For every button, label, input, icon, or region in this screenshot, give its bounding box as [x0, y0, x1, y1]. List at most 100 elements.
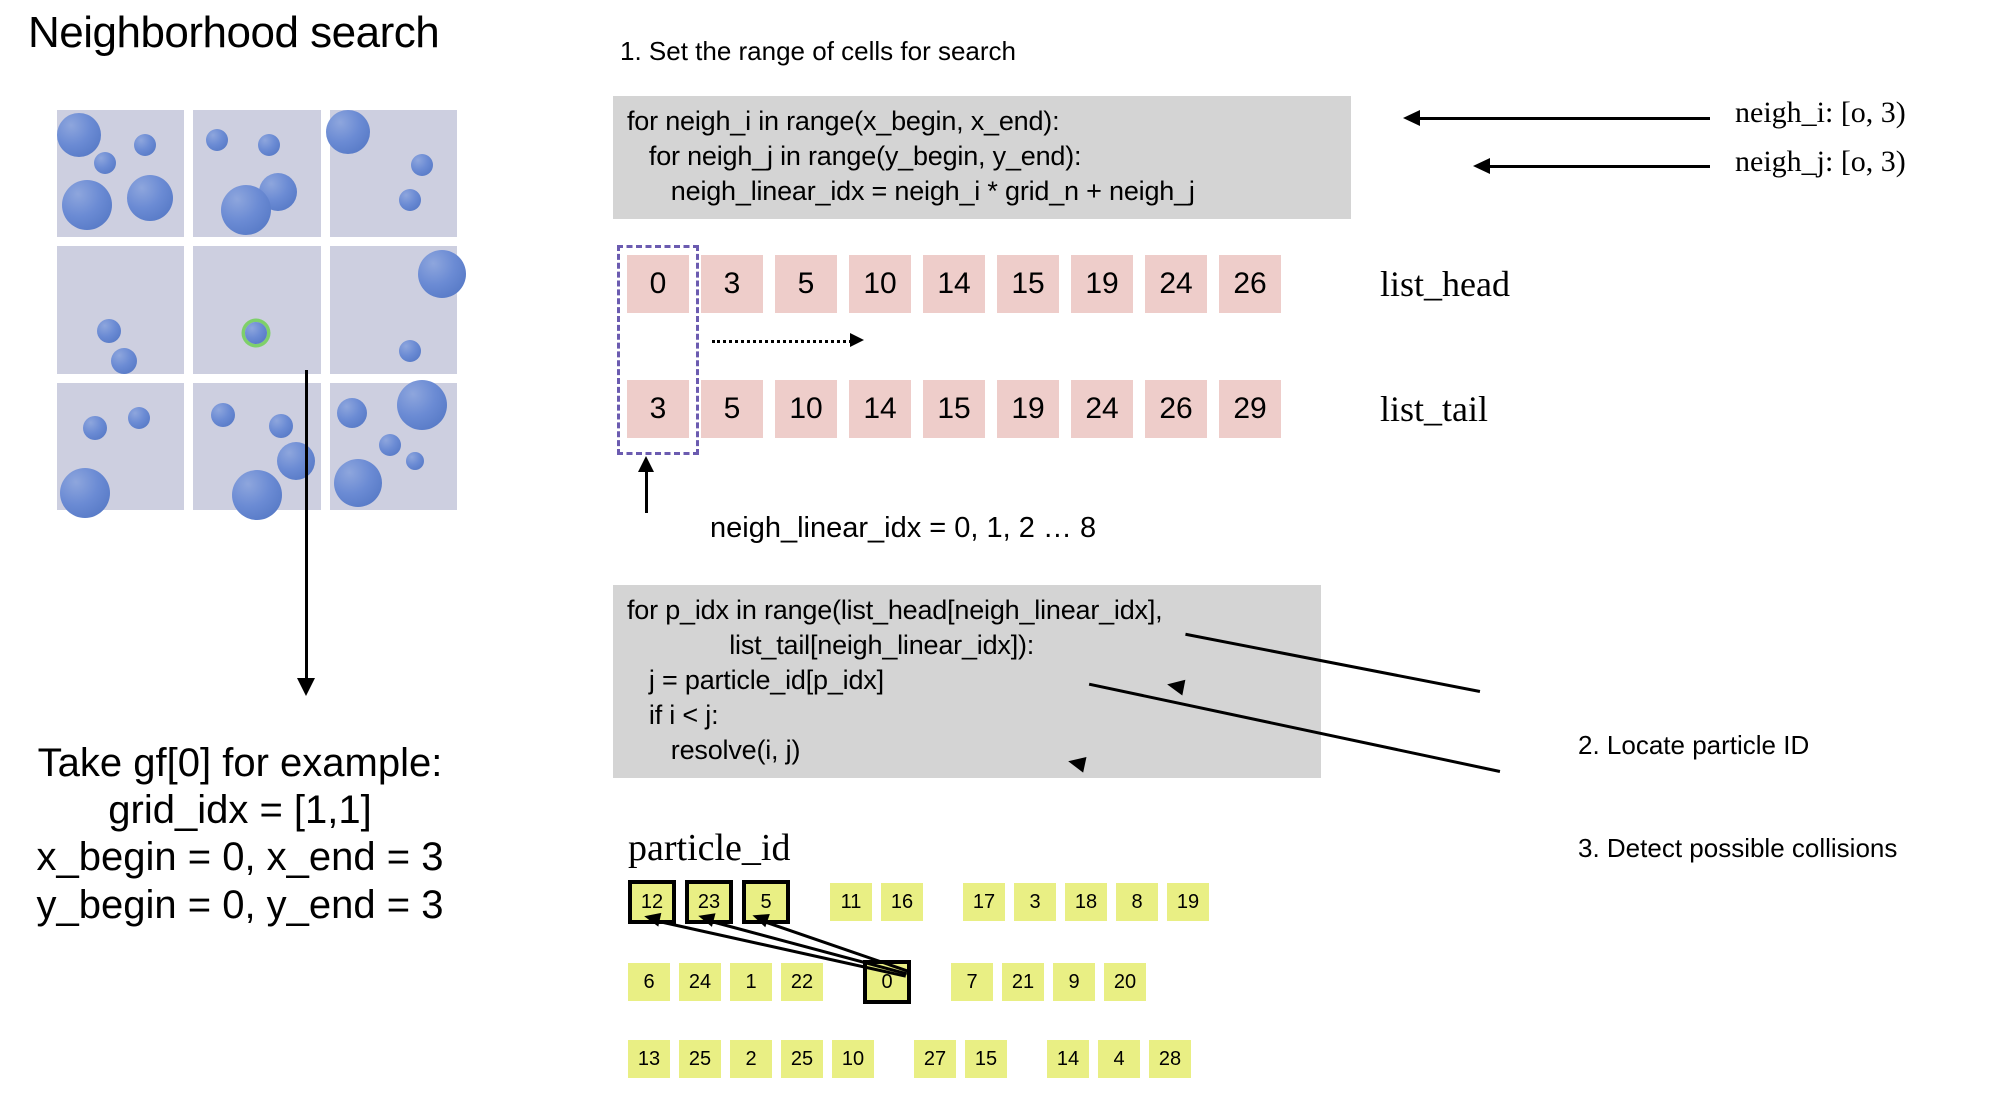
particle-id-cell: 25 — [679, 1040, 721, 1078]
particle-id-cell: 14 — [1047, 1040, 1089, 1078]
particle-id-cell: 13 — [628, 1040, 670, 1078]
example-caption-line-4: y_begin = 0, y_end = 3 — [36, 882, 444, 927]
grid-cell — [57, 382, 185, 518]
particle-id-title: particle_id — [628, 827, 791, 869]
grid-cell — [193, 382, 321, 520]
particle-id-group: 7 21 9 20 — [951, 963, 1146, 1001]
particle-id-cell: 1 — [730, 963, 772, 1001]
grid-cell — [329, 246, 466, 374]
particle — [62, 180, 112, 230]
list-head-cell: 15 — [997, 255, 1059, 313]
list-tail-array-label: list_tail — [1380, 389, 1488, 429]
particle — [258, 134, 281, 156]
particle-id-cell: 9 — [1053, 963, 1095, 1001]
particle — [410, 154, 433, 176]
particle — [83, 415, 107, 440]
dotted-progress-arrow-line — [712, 340, 852, 343]
particle — [398, 189, 421, 211]
step-3-arrow-head — [1066, 753, 1087, 773]
particle-id-cell: 15 — [965, 1040, 1007, 1078]
particle — [57, 113, 101, 157]
particle-id-row: 12 23 5 11 16 17 3 18 8 19 — [628, 880, 1209, 924]
neigh-i-arrow-head — [1403, 110, 1420, 126]
example-caption-line-1: Take gf[0] for example: — [37, 741, 443, 785]
neigh-j-arrow-head — [1473, 158, 1490, 174]
particle-id-cell: 21 — [1002, 963, 1044, 1001]
step-2-arrow-head — [1165, 676, 1186, 696]
list-head-cell: 5 — [775, 255, 837, 313]
particle — [325, 110, 370, 154]
particle-id-group: 27 15 — [914, 1040, 1007, 1078]
list-tail-cell: 24 — [1071, 380, 1133, 438]
neigh-j-range-label: neigh_j: [o, 3) — [1735, 145, 1906, 178]
particle-id-cell: 25 — [781, 1040, 823, 1078]
particle-id-cell: 6 — [628, 963, 670, 1001]
grid-cell — [193, 246, 321, 374]
particle-id-cell: 8 — [1116, 883, 1158, 921]
focus-particle-pointer-arrowhead — [297, 678, 315, 696]
list-head-cell: 24 — [1145, 255, 1207, 313]
list-tail-cell: 5 — [701, 380, 763, 438]
page-title: Neighborhood search — [28, 8, 440, 57]
grid-cell — [325, 110, 457, 238]
example-caption-line-2: grid_idx = [1,1] — [108, 788, 372, 833]
highlighted-particle — [245, 322, 268, 345]
particle — [333, 458, 382, 507]
fan-arrow-head-2 — [696, 909, 716, 927]
particle — [378, 433, 401, 456]
particle — [336, 397, 367, 428]
dotted-progress-arrow-head — [850, 333, 864, 347]
grid-cell — [329, 379, 457, 510]
list-head-cell: 19 — [1071, 255, 1133, 313]
particle-id-group: 14 4 28 — [1047, 1040, 1191, 1078]
step-2-label: 2. Locate particle ID — [1578, 730, 1810, 760]
grid-cell — [193, 110, 321, 238]
particle-id-group: 11 16 — [830, 883, 923, 921]
list-tail-cell: 19 — [997, 380, 1059, 438]
particle — [396, 379, 447, 430]
particle-id-row: 13 25 2 25 10 27 15 14 4 28 — [628, 1040, 1191, 1078]
list-head-cell: 10 — [849, 255, 911, 313]
particle — [269, 413, 294, 438]
particle-id-group: 13 25 2 25 10 — [628, 1040, 874, 1078]
list-tail-cell: 26 — [1145, 380, 1207, 438]
neigh-i-arrow-line — [1420, 117, 1710, 120]
list-tail-cell: 10 — [775, 380, 837, 438]
index-pointer-arrowhead — [638, 456, 654, 472]
particle — [94, 152, 116, 174]
particle-id-cell: 10 — [832, 1040, 874, 1078]
particle — [417, 250, 466, 299]
particle-id-cell: 16 — [881, 883, 923, 921]
particle-grid — [57, 110, 466, 520]
list-tail-row: 3 5 10 14 15 19 24 26 29 — [627, 380, 1281, 438]
neigh-linear-idx-caption: neigh_linear_idx = 0, 1, 2 … 8 — [710, 512, 1097, 544]
code-block-particle-loop: for p_idx in range(list_head[neigh_linea… — [613, 585, 1321, 779]
particle — [232, 469, 283, 520]
particle-id-cell: 7 — [951, 963, 993, 1001]
particle — [277, 441, 316, 480]
code-block-range-setup: for neigh_i in range(x_begin, x_end): fo… — [613, 96, 1351, 220]
grid-cell — [57, 246, 185, 375]
example-caption-line-3: x_begin = 0, x_end = 3 — [36, 835, 444, 880]
particle-id-cell: 28 — [1149, 1040, 1191, 1078]
particle-id-cell: 19 — [1167, 883, 1209, 921]
particle — [398, 340, 421, 363]
neigh-i-range-label: neigh_i: [o, 3) — [1735, 96, 1906, 129]
particle — [128, 406, 150, 429]
particle — [127, 175, 173, 221]
list-head-cell: 14 — [923, 255, 985, 313]
particle — [206, 129, 229, 151]
neigh-j-arrow-line — [1490, 165, 1710, 168]
particle-id-cell: 2 — [730, 1040, 772, 1078]
selection-box — [617, 245, 699, 455]
list-head-cell: 26 — [1219, 255, 1281, 313]
list-head-cell: 3 — [701, 255, 763, 313]
particle — [221, 185, 272, 235]
example-caption: Take gf[0] for example: grid_idx = [1,1]… — [20, 740, 460, 929]
particle-id-cell: 4 — [1098, 1040, 1140, 1078]
particle — [60, 467, 110, 518]
particle-id-cell: 17 — [963, 883, 1005, 921]
particle-id-group: 6 24 1 22 — [628, 963, 823, 1001]
particle-id-cell: 27 — [914, 1040, 956, 1078]
particle-id-cell: 3 — [1014, 883, 1056, 921]
